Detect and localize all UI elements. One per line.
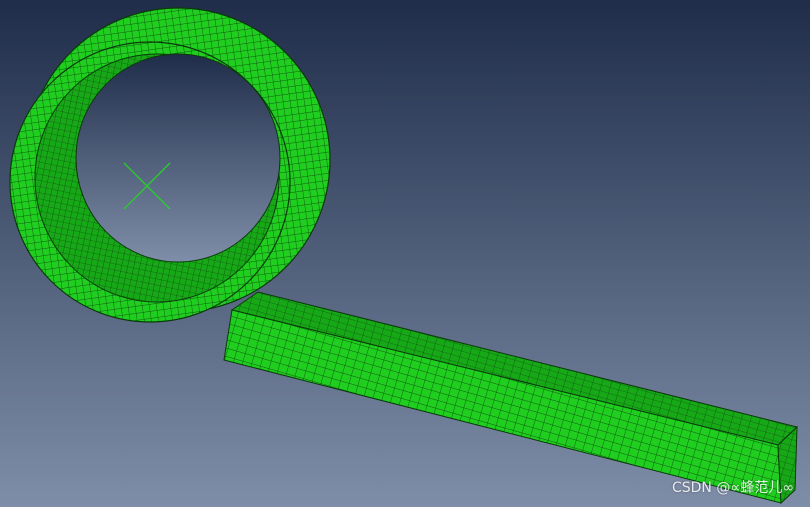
model-viewport[interactable]: CSDN @∝蜂范儿∞: [0, 0, 810, 507]
ring-hole: [75, 53, 281, 263]
mesh-scene[interactable]: [0, 0, 810, 507]
watermark-text: CSDN @∝蜂范儿∞: [671, 480, 794, 496]
